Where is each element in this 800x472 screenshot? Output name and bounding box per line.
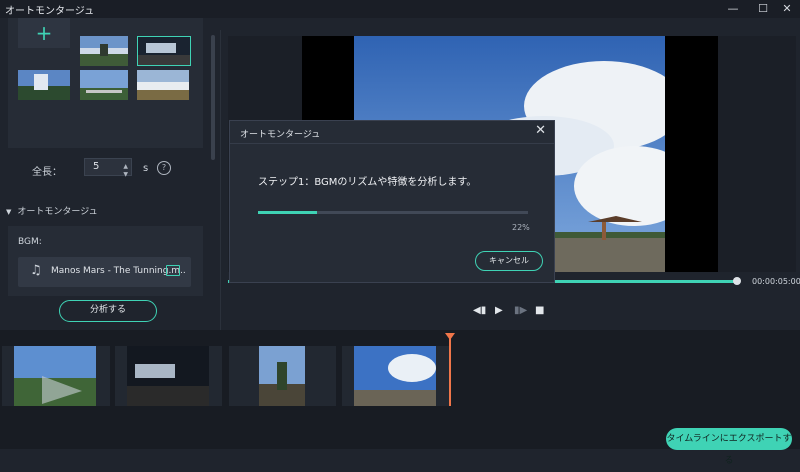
window-title: オートモンタージュ (5, 6, 95, 17)
length-input[interactable]: 5 ▲ ▼ (84, 158, 132, 178)
play-icon[interactable]: ▶ (495, 305, 503, 316)
title-bar: オートモンタージュ — ☐ ✕ (0, 0, 800, 18)
music-note-icon: ♫ (30, 263, 42, 278)
dialog-message: ステップ1：BGMのリズムや特徴を分析します。 (258, 177, 477, 188)
media-thumbnail-selected[interactable] (137, 36, 191, 66)
progress-bar (258, 211, 528, 214)
export-to-timeline-button[interactable]: タイムラインにエクスポートする (666, 428, 792, 466)
length-label: 全長： (32, 167, 62, 178)
playhead[interactable] (449, 334, 451, 406)
chevron-down-icon: ▼ (6, 208, 12, 216)
close-icon[interactable]: ✕ (535, 123, 546, 138)
timeline-clip[interactable] (2, 346, 110, 406)
bgm-label: BGM: (18, 237, 42, 247)
timeline-clip[interactable] (342, 346, 449, 406)
analysis-dialog: オートモンタージュ ✕ ステップ1：BGMのリズムや特徴を分析します。 22% … (229, 120, 555, 283)
next-frame-icon[interactable]: ▮▶ (514, 305, 527, 316)
bgm-file-row[interactable]: ♫ Manos Mars - The Tunning.m.. (18, 257, 191, 287)
playhead-handle[interactable] (445, 333, 455, 340)
analyze-button[interactable]: 分析する (59, 300, 157, 322)
length-unit: s (143, 163, 149, 174)
length-value: 5 (93, 161, 100, 172)
spin-down-icon[interactable]: ▼ (123, 167, 128, 183)
prev-frame-icon[interactable]: ◀▮ (473, 305, 486, 316)
stop-icon[interactable]: ■ (535, 305, 544, 316)
letterbox-right (665, 36, 718, 272)
media-thumbnail[interactable] (18, 70, 70, 100)
media-thumbnail[interactable] (80, 36, 128, 66)
timecode: 00:00:05:00 (752, 277, 800, 286)
dialog-title: オートモンタージュ (240, 130, 321, 140)
progress-percent: 22% (512, 223, 530, 232)
add-media-button[interactable]: + (18, 18, 70, 48)
media-thumbnail[interactable] (137, 70, 189, 100)
left-scrollbar[interactable] (211, 35, 215, 160)
close-window-button[interactable]: ✕ (772, 0, 800, 18)
cancel-button[interactable]: キャンセル (475, 251, 543, 271)
folder-icon[interactable] (166, 265, 180, 276)
timeline-clip[interactable] (115, 346, 222, 406)
media-thumbnail[interactable] (80, 70, 128, 100)
section-title: オートモンタージュ (17, 207, 98, 217)
preview-progress-handle[interactable] (733, 277, 741, 285)
timeline-clip[interactable] (229, 346, 336, 406)
help-icon[interactable]: ? (157, 161, 171, 175)
minimize-button[interactable]: — (718, 0, 748, 18)
progress-fill (258, 211, 318, 214)
panel-divider (220, 30, 221, 330)
auto-montage-section-header[interactable]: ▼ オートモンタージュ (6, 204, 98, 217)
dialog-divider (230, 143, 554, 144)
